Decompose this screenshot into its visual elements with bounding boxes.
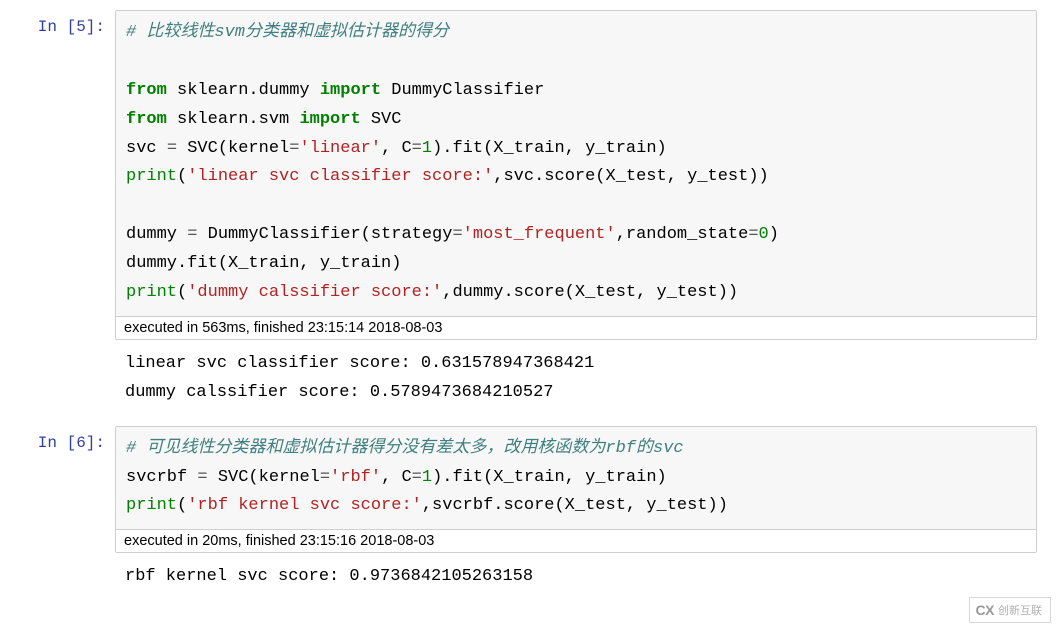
class-name: DummyClassifier — [381, 81, 544, 100]
args: ,svcrbf.score(X_test, y_test)) — [422, 496, 728, 515]
keyword-from: from — [126, 81, 167, 100]
arg: , C — [381, 139, 412, 158]
execution-info: executed in 563ms, finished 23:15:14 201… — [116, 316, 1036, 339]
builtin-print: print — [126, 283, 177, 302]
keyword-import: import — [320, 81, 381, 100]
paren: ( — [177, 496, 187, 515]
string: 'rbf' — [330, 468, 381, 487]
operator-eq: = — [748, 225, 758, 244]
arg: , C — [381, 468, 412, 487]
operator-eq: = — [289, 139, 299, 158]
comment: # 可见线性分类器和虚拟估计器得分没有差太多，改用核函数为rbf的svc — [126, 439, 684, 458]
string: 'rbf kernel svc score:' — [187, 496, 422, 515]
number: 1 — [422, 139, 432, 158]
call-tail: ).fit(X_train, y_train) — [432, 468, 667, 487]
args: ,svc.score(X_test, y_test)) — [493, 167, 768, 186]
paren-close: ) — [769, 225, 779, 244]
operator-eq: = — [452, 225, 462, 244]
code-input-area[interactable]: # 比较线性svm分类器和虚拟估计器的得分 from sklearn.dummy… — [115, 10, 1037, 340]
operator-eq: = — [197, 468, 207, 487]
module-name: sklearn.svm — [167, 110, 300, 129]
watermark-logo: CX — [976, 602, 994, 618]
code-editor[interactable]: # 可见线性分类器和虚拟估计器得分没有差太多，改用核函数为rbf的svc svc… — [116, 427, 1036, 530]
comment: # 比较线性svm分类器和虚拟估计器的得分 — [126, 23, 449, 42]
input-prompt: In [5]: — [10, 10, 115, 36]
args: ,dummy.score(X_test, y_test)) — [442, 283, 738, 302]
operator-eq: = — [167, 139, 177, 158]
module-name: sklearn.dummy — [167, 81, 320, 100]
code-input-area[interactable]: # 可见线性分类器和虚拟估计器得分没有差太多，改用核函数为rbf的svc svc… — [115, 426, 1037, 554]
cell-body: # 比较线性svm分类器和虚拟估计器的得分 from sklearn.dummy… — [115, 10, 1037, 412]
paren: ( — [177, 167, 187, 186]
execution-info: executed in 20ms, finished 23:15:16 2018… — [116, 529, 1036, 552]
builtin-print: print — [126, 167, 177, 186]
code-editor[interactable]: # 比较线性svm分类器和虚拟估计器的得分 from sklearn.dummy… — [116, 11, 1036, 316]
watermark-text: 创新互联 — [998, 602, 1042, 618]
arg: ,random_state — [616, 225, 749, 244]
string: 'linear svc classifier score:' — [187, 167, 493, 186]
variable: svc — [126, 139, 167, 158]
keyword-import: import — [299, 110, 360, 129]
input-prompt: In [6]: — [10, 426, 115, 452]
number: 0 — [759, 225, 769, 244]
operator-eq: = — [412, 468, 422, 487]
string: 'dummy calssifier score:' — [187, 283, 442, 302]
call: SVC(kernel — [208, 468, 320, 487]
builtin-print: print — [126, 496, 177, 515]
notebook-cell: In [6]: # 可见线性分类器和虚拟估计器得分没有差太多，改用核函数为rbf… — [10, 426, 1037, 597]
string: 'most_frequent' — [463, 225, 616, 244]
number: 1 — [422, 468, 432, 487]
variable: dummy — [126, 225, 187, 244]
cell-output: rbf kernel svc score: 0.9736842105263158 — [115, 553, 1037, 596]
notebook-cell: In [5]: # 比较线性svm分类器和虚拟估计器的得分 from sklea… — [10, 10, 1037, 412]
cell-body: # 可见线性分类器和虚拟估计器得分没有差太多，改用核函数为rbf的svc svc… — [115, 426, 1037, 597]
string: 'linear' — [299, 139, 381, 158]
operator-eq: = — [320, 468, 330, 487]
call: dummy.fit(X_train, y_train) — [126, 254, 401, 273]
class-name: SVC — [361, 110, 402, 129]
call: DummyClassifier(strategy — [197, 225, 452, 244]
call: SVC(kernel — [177, 139, 289, 158]
operator-eq: = — [187, 225, 197, 244]
variable: svcrbf — [126, 468, 197, 487]
watermark: CX 创新互联 — [969, 597, 1051, 623]
keyword-from: from — [126, 110, 167, 129]
paren: ( — [177, 283, 187, 302]
cell-output: linear svc classifier score: 0.631578947… — [115, 340, 1037, 412]
call-tail: ).fit(X_train, y_train) — [432, 139, 667, 158]
operator-eq: = — [412, 139, 422, 158]
